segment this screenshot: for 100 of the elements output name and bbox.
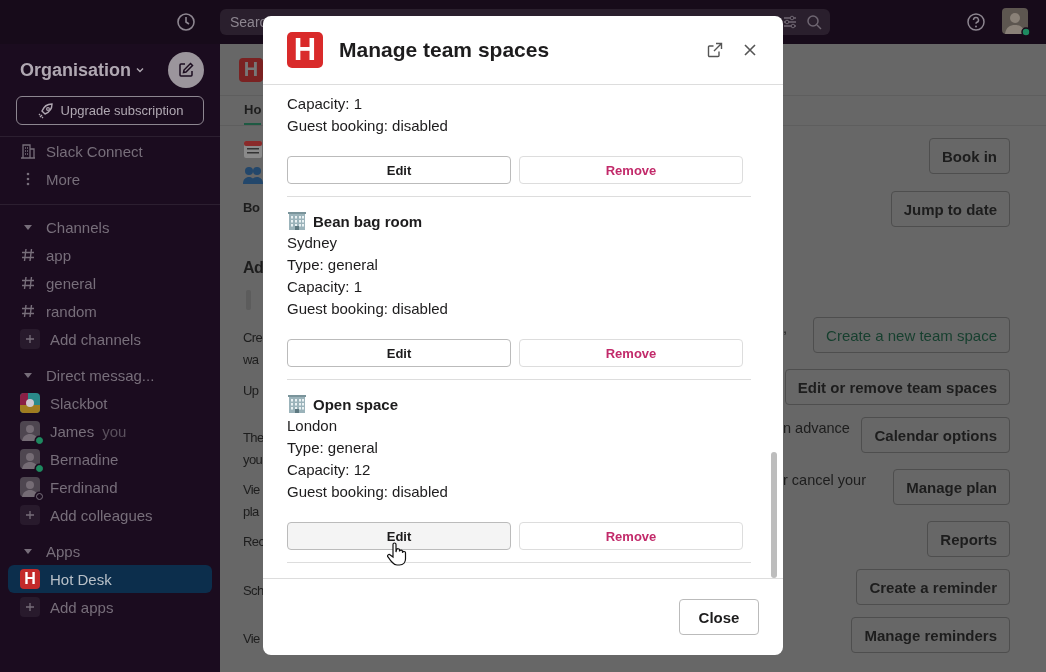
help-icon[interactable] <box>966 12 986 32</box>
remove-button[interactable]: Remove <box>519 522 743 550</box>
user-avatar[interactable] <box>1002 8 1030 36</box>
space-name: Open space <box>313 395 399 413</box>
building-icon <box>20 143 36 159</box>
sidebar-item[interactable]: Bernadine <box>8 445 212 473</box>
item-label: Bernadine <box>50 450 119 468</box>
search-icon[interactable] <box>806 14 822 30</box>
user-avatar <box>20 477 40 497</box>
remove-button[interactable]: Remove <box>519 339 743 367</box>
description-text: you <box>243 451 263 469</box>
office-building-icon <box>287 394 307 414</box>
history-icon[interactable] <box>176 12 196 32</box>
action-button[interactable]: Reports <box>927 521 1010 557</box>
space-detail: Type: general <box>287 438 379 458</box>
action-button[interactable]: Book in <box>929 138 1010 174</box>
action-button[interactable]: Create a reminder <box>856 569 1010 605</box>
section-header[interactable]: Apps <box>8 537 212 565</box>
compose-icon <box>177 61 195 79</box>
action-button[interactable]: Manage plan <box>893 469 1010 505</box>
item-label: Hot Desk <box>50 570 112 588</box>
space-detail: Capacity: 12 <box>287 460 372 480</box>
item-label: James <box>50 422 95 440</box>
sidebar-item[interactable]: random <box>8 297 212 325</box>
edit-button[interactable]: Edit <box>287 339 511 367</box>
hash-icon <box>20 247 36 263</box>
edit-button[interactable]: Edit <box>287 156 511 184</box>
remove-button[interactable]: Remove <box>519 156 743 184</box>
item-label: Ferdinand <box>50 478 118 496</box>
description-text: , <box>783 319 788 338</box>
section-header[interactable]: Direct messag... <box>8 361 212 389</box>
plus-icon <box>20 505 40 525</box>
app-logo: H <box>287 32 323 68</box>
section-heading: Ad <box>243 258 264 278</box>
action-button[interactable]: Jump to date <box>890 191 1010 227</box>
plus-icon <box>20 329 40 349</box>
scrollbar-thumb[interactable] <box>771 452 777 578</box>
sidebar-item[interactable]: More <box>8 165 212 193</box>
home-tab[interactable]: Ho <box>244 102 262 125</box>
description-text: The <box>243 429 264 447</box>
sidebar-item[interactable]: app <box>8 241 212 269</box>
modal-title: Manage team spaces <box>339 38 550 62</box>
description-text: wa <box>243 351 259 369</box>
space-detail: Capacity: 1 <box>287 277 364 297</box>
chevron-down-icon[interactable] <box>135 65 145 75</box>
description-text: pla <box>243 503 259 521</box>
space-detail: Guest booking: disabled <box>287 116 449 136</box>
sidebar-item[interactable]: Ferdinand <box>8 473 212 501</box>
office-building-icon <box>287 211 307 231</box>
calendar-icon <box>243 139 263 159</box>
item-label: Add colleagues <box>50 506 153 524</box>
compose-button[interactable] <box>168 52 204 88</box>
sidebar-item[interactable]: Add colleagues <box>8 501 212 529</box>
you-label: you <box>102 422 127 440</box>
sidebar-item[interactable]: general <box>8 269 212 297</box>
action-button[interactable]: Create a new team space <box>813 317 1010 353</box>
item-label: Add apps <box>50 598 114 616</box>
action-button[interactable]: Calendar options <box>861 417 1010 453</box>
space-detail: Type: general <box>287 255 379 275</box>
item-label: general <box>46 274 97 292</box>
plus-icon <box>20 597 40 617</box>
sidebar-item[interactable]: James you <box>8 417 212 445</box>
people-icon <box>243 166 263 184</box>
sidebar-item[interactable]: Add apps <box>8 593 212 621</box>
user-avatar <box>20 421 40 441</box>
rocket-icon <box>36 101 55 120</box>
app-logo: H <box>239 57 263 82</box>
close-icon[interactable] <box>743 43 757 57</box>
space-detail: Sydney <box>287 233 339 253</box>
description-text: Up <box>243 382 259 400</box>
space-detail: London <box>287 416 339 436</box>
item-label: app <box>46 246 72 264</box>
user-avatar <box>20 449 40 469</box>
description-text: Sch <box>243 582 264 600</box>
bot-avatar <box>20 393 40 413</box>
external-link-icon[interactable] <box>707 42 723 58</box>
hash-icon <box>20 275 36 291</box>
section-header[interactable]: Channels <box>8 213 212 241</box>
description-text: r cancel your <box>783 471 866 490</box>
description-text: Vie <box>243 630 260 648</box>
sidebar-item[interactable]: Add channels <box>8 325 212 353</box>
hand-pointer-icon <box>387 542 407 566</box>
upgrade-button[interactable]: Upgrade subscription <box>16 96 204 125</box>
app-logo: H <box>20 569 40 589</box>
description-text: Cre <box>243 329 263 347</box>
sidebar-item[interactable]: Slackbot <box>8 389 212 417</box>
workspace-name[interactable]: Organisation <box>20 59 131 81</box>
action-button[interactable]: Edit or remove team spaces <box>784 369 1010 405</box>
space-name: Bean bag room <box>313 212 423 230</box>
sidebar-item[interactable]: H Hot Desk <box>8 565 212 593</box>
sidebar-item[interactable]: Slack Connect <box>8 137 212 165</box>
space-detail: Guest booking: disabled <box>287 482 449 502</box>
hash-icon <box>20 303 36 319</box>
description-text: n advance <box>783 419 850 438</box>
close-button[interactable]: Close <box>679 599 759 635</box>
item-label: Slackbot <box>50 394 108 412</box>
filter-icon[interactable] <box>782 14 798 30</box>
space-detail: Capacity: 1 <box>287 94 364 114</box>
action-button[interactable]: Manage reminders <box>851 617 1010 653</box>
edit-button[interactable]: Edit <box>287 522 511 550</box>
